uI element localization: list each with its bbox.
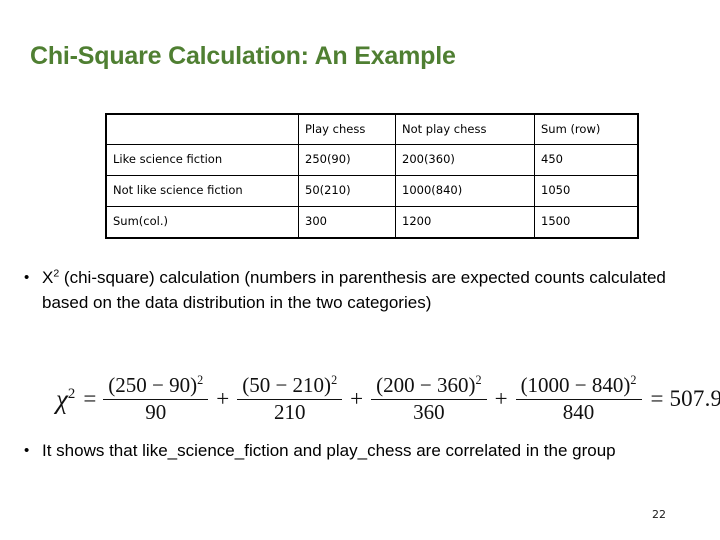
formula-term-4-numerator-text: (1000 − 840) [520,372,631,397]
cell-like-sf-not-play-chess: 200(360) [395,144,535,176]
formula-term-1-exponent: 2 [197,372,204,387]
bullet-text: It shows that like_science_fiction and p… [42,441,616,460]
cell-not-like-sf-sum: 1050 [534,175,639,207]
table-header-cell-play-chess: Play chess [298,113,396,145]
cell-grand-total: 1500 [534,206,639,239]
formula-term-3-exponent: 2 [475,372,482,387]
row-label-like-science-fiction: Like science fiction [105,144,299,176]
row-label-not-like-science-fiction: Not like science fiction [105,175,299,207]
formula-term-1-numerator-text: (250 − 90) [108,372,198,397]
bullet-marker-icon: • [24,442,30,459]
contingency-table: Play chess Not play chess Sum (row) Like… [105,113,639,239]
formula-plus-3: + [494,386,508,411]
table-row: Sum(col.) 300 1200 1500 [105,206,639,239]
formula-term-3-denominator: 360 [413,399,445,424]
table-row: Like science fiction 250(90) 200(360) 45… [105,144,639,176]
formula-term-2-numerator-text: (50 − 210) [242,372,332,397]
bullet-item-correlation-conclusion: • It shows that like_science_fiction and… [24,438,710,463]
page-number: 22 [652,508,666,521]
formula-result-value: 507.93 [669,386,720,411]
bullet-text-prefix: X [42,268,54,287]
formula-equals-sign: = [83,386,97,411]
formula-term-4-denominator: 840 [562,399,595,424]
formula-plus-1: + [216,386,230,411]
formula-term-2-exponent: 2 [331,372,338,387]
cell-like-sf-sum: 450 [534,144,639,176]
formula-term-3: (200 − 360)2 360 [371,372,487,424]
formula-term-4-exponent: 2 [630,372,637,387]
formula-term-1-denominator: 90 [145,399,167,424]
formula-term-4-numerator: (1000 − 840)2 [516,372,642,399]
chi-symbol: χ2 [56,383,76,414]
cell-sum-play-chess: 300 [298,206,396,239]
formula-term-2-numerator: (50 − 210)2 [237,372,342,399]
contingency-table-container: Play chess Not play chess Sum (row) Like… [105,113,639,239]
chi-glyph: χ [56,383,68,414]
formula-result-equals-sign: = [650,386,664,411]
slide-canvas: Chi-Square Calculation: An Example Play … [0,0,720,540]
bullet-item-chi-square-explanation: • X2 (chi-square) calculation (numbers i… [24,265,696,315]
formula-term-2-denominator: 210 [273,399,306,424]
row-label-sum-col: Sum(col.) [105,206,299,239]
bullet-text-body: (chi-square) calculation (numbers in par… [42,268,666,312]
table-header-cell-not-play-chess: Not play chess [395,113,535,145]
cell-not-like-sf-not-play-chess: 1000(840) [395,175,535,207]
formula-plus-2: + [350,386,364,411]
cell-not-like-sf-play-chess: 50(210) [298,175,396,207]
formula-term-3-numerator-text: (200 − 360) [376,372,476,397]
formula-term-4: (1000 − 840)2 840 [515,372,642,424]
table-row: Not like science fiction 50(210) 1000(84… [105,175,639,207]
bullet-text: X2 (chi-square) calculation (numbers in … [42,265,696,315]
formula-term-1-numerator: (250 − 90)2 [103,372,208,399]
page-title: Chi-Square Calculation: An Example [30,42,456,70]
table-header-row: Play chess Not play chess Sum (row) [105,113,639,145]
chi-exponent: 2 [67,385,76,402]
table-header-cell-sum-row: Sum (row) [534,113,639,145]
chi-square-formula: χ2 = (250 − 90)2 90 + (50 − 210)2 210 + … [56,370,720,428]
cell-like-sf-play-chess: 250(90) [298,144,396,176]
table-header-cell-blank [105,113,299,145]
cell-sum-not-play-chess: 1200 [395,206,535,239]
formula-term-1: (250 − 90)2 90 [103,372,209,424]
formula-term-2: (50 − 210)2 210 [237,372,343,424]
formula-term-3-numerator: (200 − 360)2 [371,372,486,399]
bullet-marker-icon: • [24,269,30,286]
